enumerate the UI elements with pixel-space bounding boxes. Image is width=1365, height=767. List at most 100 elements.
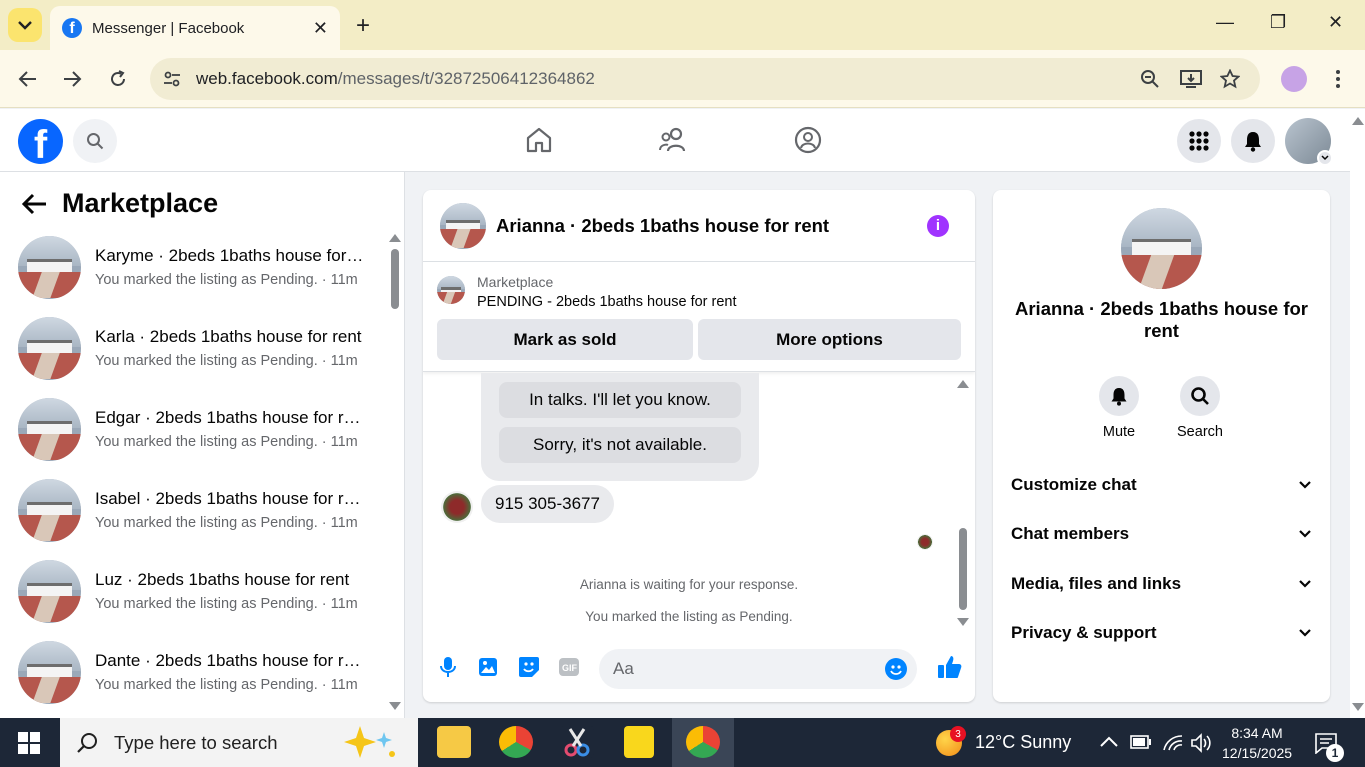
quick-replies: In talks. I'll let you know. Sorry, it's… (481, 373, 759, 481)
message-bubble[interactable]: 915 305-3677 (481, 485, 614, 523)
volume-icon[interactable] (1190, 733, 1214, 753)
facebook-topnav: f (0, 109, 1350, 172)
conversation-item-luz[interactable]: Luz · 2beds 1baths house for rent You mar… (18, 559, 378, 623)
chevron-down-icon (18, 21, 32, 30)
sidebar-scrollbar[interactable] (389, 232, 401, 718)
menu-grid-button[interactable] (1177, 119, 1221, 163)
conversation-item-karyme[interactable]: Karyme · 2beds 1baths house for rent You … (18, 235, 378, 299)
photo-icon[interactable] (477, 656, 499, 678)
search-in-chat-button[interactable]: Search (1165, 376, 1235, 440)
more-options-button[interactable]: More options (698, 319, 961, 360)
chrome-active-app[interactable] (672, 718, 734, 767)
sidebar-header: Marketplace (22, 188, 218, 219)
mark-as-sold-button[interactable]: Mark as sold (437, 319, 693, 360)
chevron-down-icon (1299, 629, 1311, 637)
conversation-item-isabel[interactable]: Isabel · 2beds 1baths house for rent You … (18, 478, 378, 542)
browser-menu-icon[interactable] (1335, 69, 1341, 89)
conversation-info-panel: Arianna · 2beds 1baths house for rent Mu… (993, 190, 1330, 702)
zoom-icon[interactable] (1140, 69, 1160, 89)
chat-title[interactable]: Arianna · 2beds 1baths house for rent (496, 215, 927, 237)
taskbar-search-box[interactable]: Type here to search (60, 718, 418, 767)
back-arrow-icon[interactable] (22, 193, 48, 215)
page-scrollbar[interactable] (1350, 109, 1365, 718)
friends-icon[interactable] (658, 125, 688, 155)
taskbar-search-placeholder: Type here to search (114, 731, 278, 753)
browser-tabbar: f Messenger | Facebook ✕ + — ❐ ✕ (0, 0, 1365, 50)
chat-scrollbar[interactable] (957, 378, 969, 628)
account-avatar[interactable] (1285, 118, 1333, 166)
install-app-icon[interactable] (1180, 69, 1202, 89)
sidebar-scroll-thumb[interactable] (391, 249, 399, 309)
forward-arrow-icon[interactable] (62, 69, 82, 89)
listing-banner: Marketplace PENDING - 2beds 1baths house… (423, 262, 975, 372)
conversation-name: Luz · 2beds 1baths house for rent (95, 570, 350, 589)
tab-search-button[interactable] (8, 8, 42, 42)
weather-badge: 3 (950, 726, 966, 742)
sticker-icon[interactable] (518, 656, 540, 678)
grid-menu-icon (1189, 131, 1209, 151)
reload-icon[interactable] (108, 69, 128, 89)
microphone-icon[interactable] (437, 656, 459, 678)
chat-listing-avatar[interactable] (440, 202, 486, 249)
windows-start-icon[interactable] (18, 732, 40, 754)
back-arrow-icon[interactable] (18, 69, 38, 89)
privacy-support-section[interactable]: Privacy & support (1011, 613, 1311, 653)
sticky-notes-app-icon[interactable] (624, 726, 654, 758)
chevron-up-icon[interactable] (1100, 736, 1118, 748)
listing-thumbnail (18, 640, 81, 704)
listing-source: Marketplace (477, 274, 554, 290)
listing-thumbnail (18, 397, 81, 461)
tab-close-icon[interactable]: ✕ (313, 18, 328, 39)
conversation-item-karla[interactable]: Karla · 2beds 1baths house for rent You m… (18, 316, 378, 380)
chat-members-section[interactable]: Chat members (1011, 514, 1311, 554)
chrome-app-icon[interactable] (499, 726, 533, 758)
sender-avatar[interactable] (441, 491, 473, 523)
bookmark-star-icon[interactable] (1220, 69, 1240, 89)
new-tab-button[interactable]: + (356, 12, 370, 40)
chevron-down-icon (1299, 530, 1311, 538)
info-icon[interactable]: i (927, 214, 949, 237)
chrome-profile-app-icon (686, 726, 720, 758)
like-thumbs-up-icon[interactable] (937, 654, 963, 680)
facebook-search-button[interactable] (73, 119, 117, 163)
notifications-button[interactable] (1231, 119, 1275, 163)
site-settings-icon[interactable] (162, 69, 182, 89)
media-files-links-section[interactable]: Media, files and links (1011, 564, 1311, 604)
address-bar[interactable]: web.facebook.com/messages/t/328725064123… (150, 58, 1260, 100)
pending-notice: You marked the listing as Pending. (585, 609, 793, 624)
notification-count-badge: 1 (1326, 744, 1344, 762)
mute-button[interactable]: Mute (1084, 376, 1154, 440)
snipping-tool-app-icon[interactable] (560, 726, 594, 758)
customize-chat-section[interactable]: Customize chat (1011, 465, 1311, 505)
quick-reply-in-talks[interactable]: In talks. I'll let you know. (499, 382, 741, 418)
minimize-button[interactable]: — (1216, 12, 1234, 33)
groups-icon[interactable] (793, 125, 823, 155)
battery-icon[interactable] (1130, 735, 1152, 749)
quick-reply-not-available[interactable]: Sorry, it's not available. (499, 427, 741, 463)
wifi-icon[interactable] (1162, 732, 1184, 752)
listing-status[interactable]: PENDING - 2beds 1baths house for rent (477, 294, 737, 310)
restore-button[interactable]: ❐ (1270, 12, 1286, 33)
weather-text[interactable]: 12°C Sunny (975, 732, 1071, 753)
browser-profile-avatar[interactable] (1281, 66, 1307, 92)
gif-icon[interactable]: GIF (558, 656, 580, 678)
conversation-item-edgar[interactable]: Edgar · 2beds 1baths house for rent You m… (18, 397, 378, 461)
conversation-name: Karla · 2beds 1baths house for rent (95, 327, 362, 346)
facebook-logo-icon[interactable]: f (18, 119, 63, 164)
message-input[interactable]: Aa (599, 649, 917, 689)
browser-tab-messenger[interactable]: f Messenger | Facebook ✕ (50, 6, 340, 50)
listing-thumbnail[interactable] (437, 276, 465, 304)
close-window-button[interactable]: ✕ (1328, 12, 1343, 33)
conversation-item-dante[interactable]: Dante · 2beds 1baths house for rent You m… (18, 640, 378, 704)
chat-header: Arianna · 2beds 1baths house for rent i (423, 190, 975, 262)
bell-icon (1111, 388, 1127, 406)
search-icon (87, 133, 104, 150)
mute-label: Mute (1102, 424, 1136, 440)
home-icon[interactable] (524, 125, 554, 155)
seen-indicator-avatar (917, 534, 933, 550)
emoji-icon[interactable] (885, 658, 907, 680)
file-explorer-app-icon[interactable] (437, 726, 471, 758)
chat-scroll-thumb[interactable] (959, 528, 967, 610)
info-listing-avatar[interactable] (1121, 208, 1202, 289)
taskbar-clock[interactable]: 8:34 AM 12/15/2025 (1222, 723, 1292, 763)
